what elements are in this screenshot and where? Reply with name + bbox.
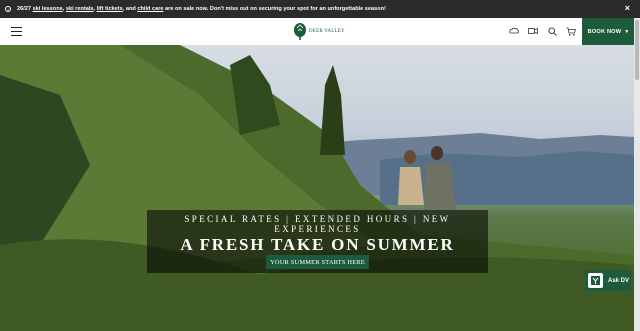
- book-now-label: BOOK NOW: [587, 28, 622, 35]
- hero-image: SPECIAL RATES | EXTENDED HOURS | NEW EXP…: [0, 45, 634, 331]
- promo-banner: i 26/27 ski lessons, ski rentals, lift t…: [0, 0, 640, 18]
- scrollbar-thumb[interactable]: [635, 20, 639, 80]
- ask-dv-button[interactable]: Ask DV: [585, 270, 631, 291]
- logo-text: DEER VALLEY: [309, 29, 345, 34]
- info-icon: i: [5, 6, 11, 12]
- hero-headline: A FRESH TAKE ON SUMMER: [180, 235, 455, 254]
- site-header: DEER VALLEY BOOK NOW ▼: [0, 18, 640, 45]
- menu-icon[interactable]: [11, 27, 22, 36]
- ski-lessons-link[interactable]: ski lessons: [33, 6, 63, 12]
- close-promo-button[interactable]: ×: [625, 3, 630, 13]
- search-icon[interactable]: [547, 26, 557, 36]
- promo-prefix: 26/27: [17, 6, 33, 12]
- weather-icon[interactable]: [509, 26, 519, 36]
- lift-tickets-link[interactable]: lift tickets: [97, 6, 123, 12]
- page-scrollbar[interactable]: [634, 18, 640, 331]
- chat-bot-icon: [588, 273, 603, 288]
- ask-dv-label: Ask DV: [608, 277, 630, 284]
- logo-mark-icon: [294, 23, 306, 40]
- webcam-icon[interactable]: [528, 26, 538, 36]
- promo-suffix: are on sale now. Don't miss out on secur…: [163, 6, 386, 12]
- book-now-button[interactable]: BOOK NOW ▼: [582, 18, 635, 45]
- promo-sep: , and: [122, 6, 138, 12]
- deer-valley-logo[interactable]: DEER VALLEY: [293, 23, 345, 40]
- hero-scene: [0, 45, 634, 331]
- cart-icon[interactable]: [566, 26, 576, 36]
- chevron-down-icon: ▼: [624, 28, 630, 35]
- child-care-link[interactable]: child care: [137, 6, 163, 12]
- promo-text: 26/27 ski lessons, ski rentals, lift tic…: [17, 6, 386, 12]
- summer-cta-button[interactable]: YOUR SUMMER STARTS HERE: [266, 255, 369, 269]
- ski-rentals-link[interactable]: ski rentals: [66, 6, 94, 12]
- hero-kicker: SPECIAL RATES | EXTENDED HOURS | NEW EXP…: [184, 214, 451, 234]
